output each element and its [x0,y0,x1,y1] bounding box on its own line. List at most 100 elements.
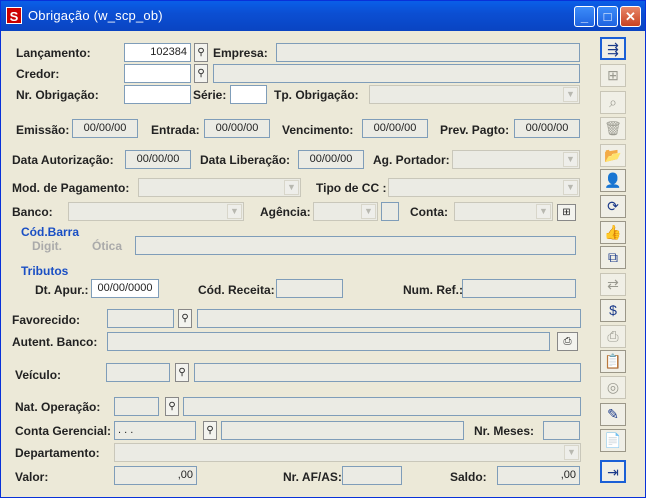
credor-lookup-button[interactable]: ⚲ [194,64,208,83]
agencia-select[interactable]: ▼ [313,202,378,221]
chevron-down-icon: ▼ [227,204,242,219]
departamento-select[interactable]: ▼ [114,443,581,462]
autent-banco-label: Autent. Banco: [12,335,98,349]
conta-gerencial-desc-field[interactable] [221,421,464,440]
app-icon: S [6,7,22,24]
exit-icon: ⇥ [607,464,619,480]
chevron-down-icon: ▼ [563,152,578,167]
nat-operacao-desc-field[interactable] [183,397,581,416]
saldo-label: Saldo: [450,470,487,484]
tipo-cc-select[interactable]: ▼ [388,178,580,197]
cod-barra-field[interactable] [135,236,576,255]
favorecido-field[interactable] [107,309,174,328]
money-icon: $ [609,302,617,318]
conta-table-button[interactable]: ⊞ [557,204,576,221]
vencimento-field[interactable]: 00/00/00 [362,119,428,138]
transfer-button[interactable]: ⇄ [600,273,626,296]
print-icon: ⎙ [607,328,619,344]
preview-button[interactable]: ⌕ [600,91,626,114]
refresh-button[interactable]: ⟳ [600,195,626,218]
num-ref-field[interactable] [462,279,576,298]
nr-af-as-field[interactable] [342,466,402,485]
saldo-field[interactable]: ,00 [497,466,580,485]
nr-meses-field[interactable] [543,421,580,440]
nat-operacao-field[interactable] [114,397,159,416]
delete-button[interactable]: 🗑 [600,117,626,140]
cod-receita-field[interactable] [276,279,343,298]
transfer-icon: ⇄ [607,276,619,292]
insert-row-icon: ⇶ [607,41,619,57]
print-button[interactable]: ⎙ [600,325,626,348]
close-button[interactable]: ✕ [620,6,641,27]
maximize-button[interactable]: □ [597,6,618,27]
agencia-digit-field[interactable] [381,202,399,221]
money-button[interactable]: $ [600,299,626,322]
chevron-down-icon: ▼ [361,204,376,219]
cod-receita-label: Cód. Receita: [198,283,275,297]
tp-obrigacao-label: Tp. Obrigação: [274,88,359,102]
veiculo-desc-field[interactable] [194,363,581,382]
emissao-field[interactable]: 00/00/00 [72,119,138,138]
stack-icon: ◎ [606,379,620,395]
conta-label: Conta: [410,205,448,219]
conta-gerencial-field[interactable]: . . . [114,421,196,440]
conta-select[interactable]: ▼ [454,202,553,221]
tributos-label: Tributos [21,264,69,278]
entrada-field[interactable]: 00/00/00 [204,119,270,138]
add-row-icon: ⊞ [607,67,619,83]
title-bar[interactable]: S Obrigação (w_scp_ob) _ □ ✕ [1,1,645,31]
minimize-button[interactable]: _ [574,6,595,27]
insert-row-button[interactable]: ⇶ [600,37,626,60]
report-icon: 📋 [604,353,622,369]
report-button[interactable]: 📋 [600,350,626,373]
stack-button[interactable]: ◎ [600,376,626,399]
banco-select[interactable]: ▼ [68,202,244,221]
data-autorizacao-field[interactable]: 00/00/00 [125,150,191,169]
tp-obrigacao-select[interactable]: ▼ [369,85,580,104]
credor-field[interactable] [124,64,191,83]
prev-pagto-field[interactable]: 00/00/00 [514,119,580,138]
ag-portador-select[interactable]: ▼ [452,150,580,169]
search-icon: ⚲ [197,68,205,79]
lancamento-field[interactable]: 102384 [124,43,191,62]
agencia-label: Agência: [260,205,311,219]
search-icon: ⚲ [168,401,176,412]
nr-obrigacao-field[interactable] [124,85,191,104]
exit-button[interactable]: ⇥ [600,460,626,483]
copy-button[interactable]: ⧉ [600,246,626,269]
open-button[interactable]: 📂 [600,144,626,167]
nat-operacao-lookup-button[interactable]: ⚲ [165,397,179,416]
departamento-label: Departamento: [15,446,100,460]
data-liberacao-field[interactable]: 00/00/00 [298,150,364,169]
document-button[interactable]: 📄 [600,429,626,452]
conta-gerencial-label: Conta Gerencial: [15,424,112,438]
window-title: Obrigação (w_scp_ob) [28,8,163,23]
favorecido-lookup-button[interactable]: ⚲ [178,309,192,328]
add-row-button[interactable]: ⊞ [600,64,626,87]
valor-field[interactable]: ,00 [114,466,197,485]
digit-option[interactable]: Digit. [32,239,62,253]
autent-banco-field[interactable] [107,332,550,351]
search-icon: ⚲ [181,313,189,324]
conta-gerencial-lookup-button[interactable]: ⚲ [203,421,217,440]
user-button[interactable]: 👤 [600,169,626,192]
favorecido-name-field[interactable] [197,309,581,328]
obrigacao-form: Lançamento: 102384 ⚲ Empresa: Credor: ⚲ … [5,32,589,494]
veiculo-field[interactable] [106,363,170,382]
num-ref-label: Num. Ref.: [403,283,463,297]
credor-name-field[interactable] [213,64,580,83]
approve-button[interactable]: 👍 [600,221,626,244]
empresa-field[interactable] [276,43,580,62]
lancamento-lookup-button[interactable]: ⚲ [194,43,208,62]
dt-apur-field[interactable]: 00/00/0000 [91,279,159,298]
mod-pagamento-select[interactable]: ▼ [138,178,301,197]
veiculo-lookup-button[interactable]: ⚲ [175,363,189,382]
serie-field[interactable] [230,85,267,104]
table-icon: ⊞ [562,207,571,218]
autent-banco-print-button[interactable]: ⎙ [557,332,578,351]
chevron-down-icon: ▼ [563,180,578,195]
edit-button[interactable]: ✎ [600,403,626,426]
search-icon: ⚲ [197,47,205,58]
lancamento-label: Lançamento: [16,46,91,60]
otica-option[interactable]: Ótica [92,239,122,253]
